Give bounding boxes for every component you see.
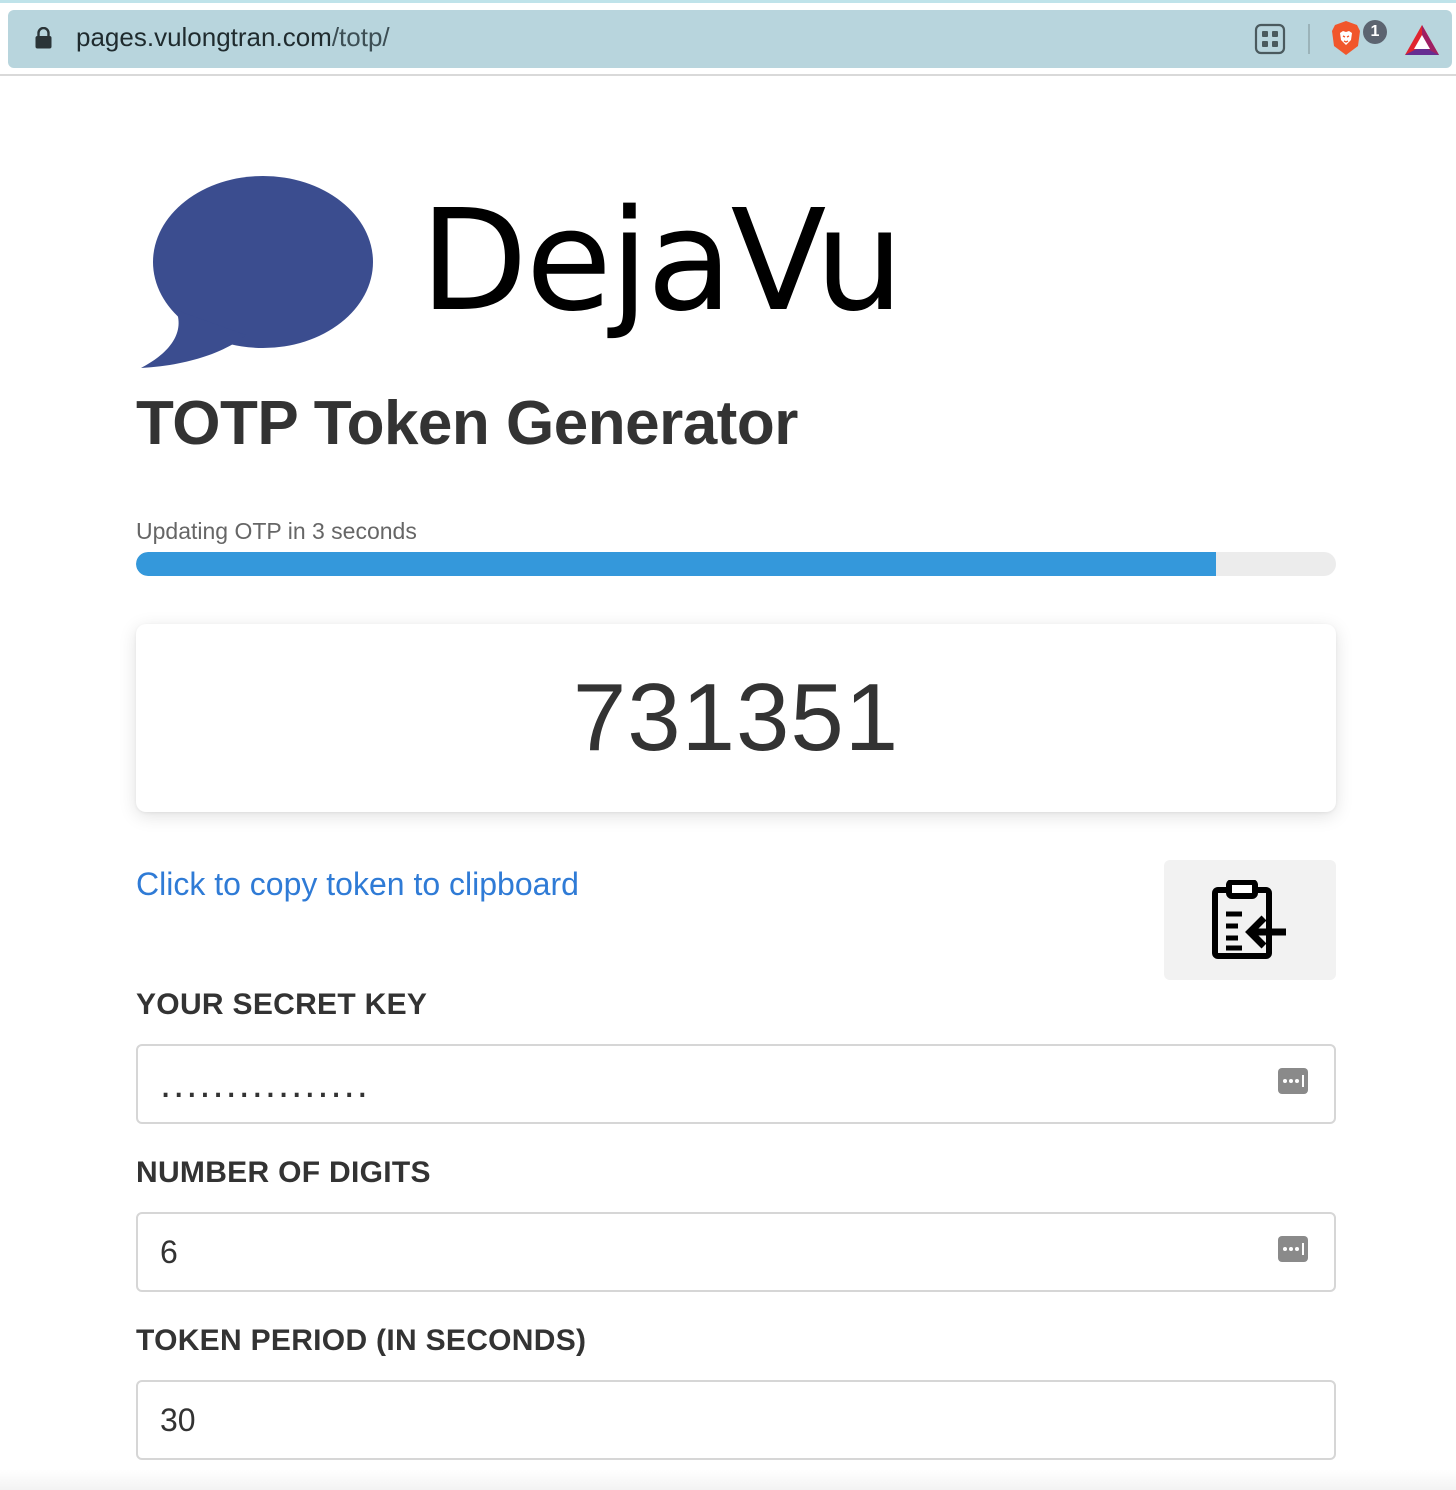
copy-to-clipboard-button[interactable]: [1164, 860, 1336, 980]
copy-token-link[interactable]: Click to copy token to clipboard: [136, 866, 579, 903]
clipboard-copy-icon: [1212, 880, 1286, 959]
digits-label: NUMBER OF DIGITS: [136, 1156, 431, 1189]
password-manager-icon[interactable]: [1278, 1068, 1308, 1094]
lock-icon: [35, 27, 52, 49]
password-manager-icon[interactable]: [1278, 1236, 1308, 1262]
url-path: /totp/: [331, 22, 390, 52]
update-countdown-text: Updating OTP in 3 seconds: [136, 518, 417, 544]
toolbar-separator: [1308, 24, 1310, 54]
token-period-input[interactable]: [136, 1380, 1336, 1460]
secret-key-label: YOUR SECRET KEY: [136, 988, 428, 1021]
countdown-progress-fill: [136, 552, 1216, 576]
brave-shield-icon[interactable]: [1330, 20, 1362, 56]
address-bar[interactable]: pages.vulongtran.com/totp/ 1: [8, 10, 1452, 68]
shield-count-badge: 1: [1363, 20, 1387, 44]
url-host: pages.vulongtran.com: [76, 22, 332, 52]
toolbar-bottom-border: [0, 74, 1456, 76]
qr-code-icon[interactable]: [1254, 23, 1286, 55]
secret-key-input[interactable]: [136, 1044, 1336, 1124]
chat-bubble-logo-icon: [141, 176, 373, 368]
url-text[interactable]: pages.vulongtran.com/totp/: [76, 22, 390, 53]
window-top-edge: [0, 0, 1456, 3]
token-card: 731351: [136, 624, 1336, 812]
token-period-label: TOKEN PERIOD (IN SECONDS): [136, 1324, 587, 1357]
digits-input[interactable]: [136, 1212, 1336, 1292]
page-title: TOTP Token Generator: [136, 389, 798, 458]
countdown-progress-bar: [136, 552, 1336, 576]
page-bottom-edge: [0, 1470, 1456, 1490]
bat-rewards-icon[interactable]: [1404, 24, 1440, 56]
logo-wordmark: DejaVu: [420, 180, 904, 343]
otp-token-value: 731351: [572, 664, 900, 771]
